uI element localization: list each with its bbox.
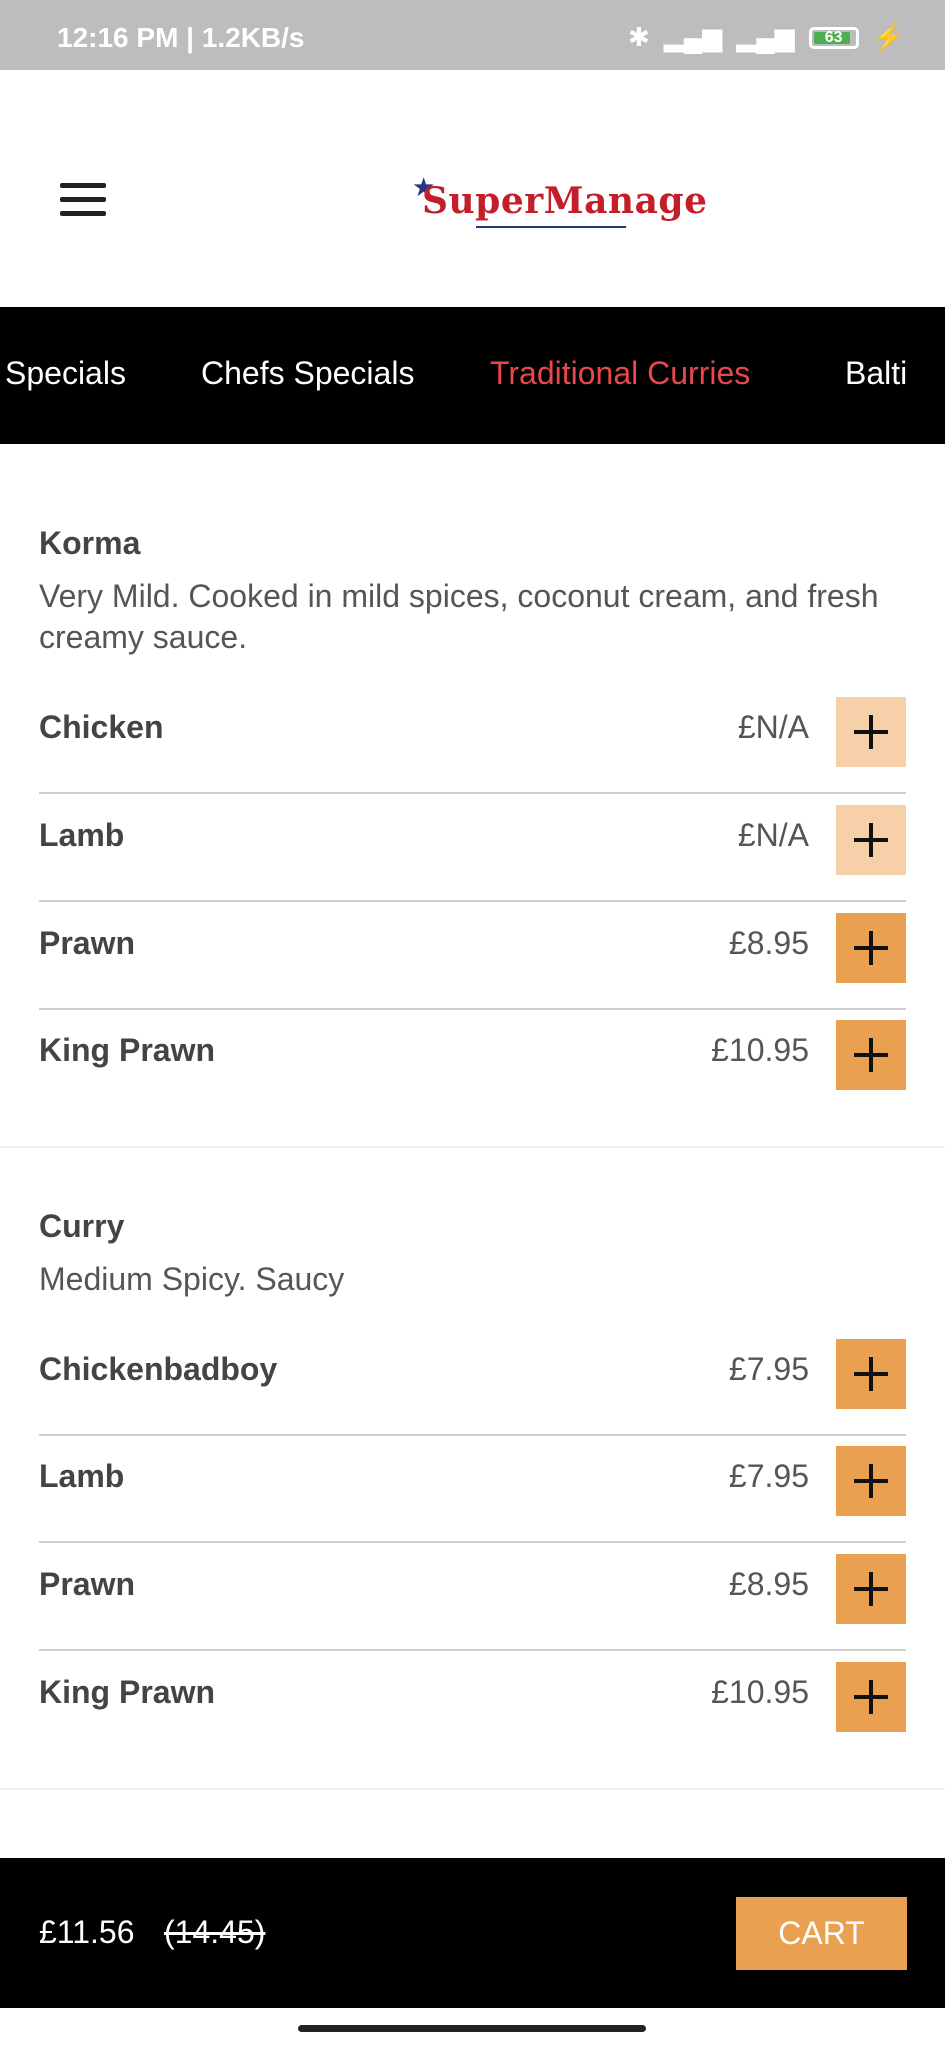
divider [39, 1434, 906, 1436]
tab-traditional-curries[interactable]: Traditional Curries [490, 355, 750, 392]
item-price: £N/A [737, 709, 809, 745]
cart-button[interactable]: CART [736, 1897, 907, 1970]
item-price: £10.95 [711, 1674, 809, 1710]
logo: ★ SuperManage [412, 172, 707, 232]
item-name: King Prawn [39, 1032, 216, 1068]
add-item-button[interactable] [836, 697, 906, 767]
logo-underline [476, 226, 626, 228]
battery-icon: 63 [808, 26, 859, 49]
cart-bar: £11.56 (14.45) CART [0, 1858, 945, 2008]
cart-total: £11.56 [39, 1914, 135, 1950]
item-name: King Prawn [39, 1674, 216, 1710]
category-tabs: Specials Chefs Specials Traditional Curr… [0, 307, 945, 444]
add-item-button[interactable] [836, 1446, 906, 1516]
tab-chefs-specials[interactable]: Chefs Specials [201, 355, 414, 392]
menu-icon[interactable] [60, 183, 106, 217]
item-name: Chicken [39, 709, 164, 745]
item-price: £8.95 [728, 1566, 809, 1602]
item-name: Lamb [39, 817, 125, 853]
tab-balti[interactable]: Balti [845, 355, 907, 392]
logo-text: SuperManage [422, 180, 708, 222]
item-name: Prawn [39, 925, 136, 961]
section-description: Very Mild. Cooked in mild spices, coconu… [39, 578, 879, 655]
charging-icon: ⚡ [872, 22, 905, 52]
bluetooth-icon: ✱ [627, 22, 650, 52]
tab-specials[interactable]: Specials [5, 355, 126, 392]
status-icons: ✱ ▂▄▆ ▂▄▆ 63 ⚡ [628, 22, 905, 53]
menu-item: Chickenbadboy £7.95 [39, 1339, 906, 1446]
cart-original-total: (14.45) [164, 1914, 266, 1950]
divider [39, 900, 906, 902]
item-name: Chickenbadboy [39, 1351, 278, 1387]
item-price: £10.95 [711, 1032, 809, 1068]
menu-item: Prawn £8.95 [39, 1554, 906, 1661]
item-name: Prawn [39, 1566, 136, 1602]
divider [39, 1541, 906, 1543]
add-item-button[interactable] [836, 913, 906, 983]
home-gesture-handle[interactable] [298, 2025, 646, 2032]
menu-item: Lamb £7.95 [39, 1446, 906, 1553]
add-item-button[interactable] [836, 1020, 906, 1090]
signal-icon: ▂▄▆ [663, 22, 723, 52]
menu-item: Chicken £N/A [39, 697, 906, 804]
section-title: Curry [39, 1208, 125, 1244]
item-price: £7.95 [728, 1458, 809, 1494]
status-time: 12:16 PM | 1.2KB/s [57, 22, 305, 53]
add-item-button[interactable] [836, 1554, 906, 1624]
navigation-bar [0, 2008, 945, 2048]
item-price: £N/A [737, 817, 809, 853]
section-separator [0, 1788, 945, 1790]
add-item-button[interactable] [836, 1662, 906, 1732]
section-title: Korma [39, 525, 141, 561]
menu-item: Lamb £N/A [39, 805, 906, 912]
add-item-button[interactable] [836, 805, 906, 875]
item-price: £8.95 [728, 925, 809, 961]
status-bar: 12:16 PM | 1.2KB/s ✱ ▂▄▆ ▂▄▆ 63 ⚡ [0, 0, 945, 70]
section-description: Medium Spicy. Saucy [39, 1261, 345, 1297]
divider [39, 1649, 906, 1651]
signal-hd-icon: ▂▄▆ [736, 22, 795, 52]
menu-item: King Prawn £10.95 [39, 1662, 906, 1769]
add-item-button[interactable] [836, 1339, 906, 1409]
divider [39, 1008, 906, 1010]
section-separator [0, 1146, 945, 1148]
item-name: Lamb [39, 1458, 125, 1494]
item-price: £7.95 [728, 1351, 809, 1387]
menu-item: Prawn £8.95 [39, 913, 906, 1020]
divider [39, 792, 906, 794]
app-bar: ★ SuperManage [0, 70, 945, 307]
battery-level: 63 [824, 28, 843, 46]
menu-item: King Prawn £10.95 [39, 1020, 906, 1127]
